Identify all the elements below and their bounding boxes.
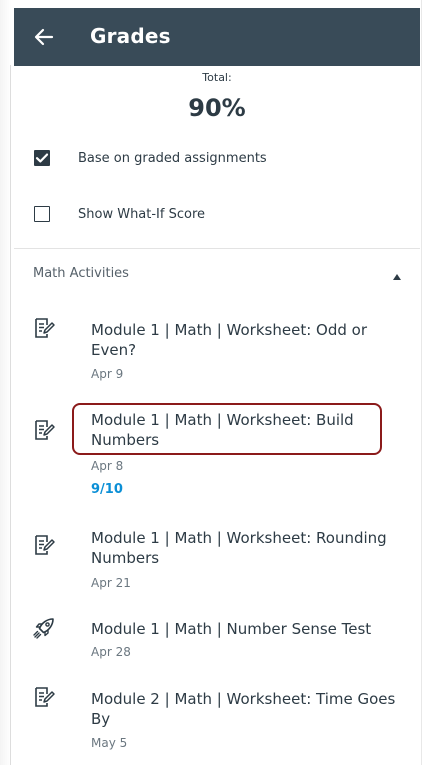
base-on-graded-label[interactable]: Base on graded assignments <box>78 151 267 166</box>
grades-screen: Grades Total: 90% Base on graded assignm… <box>0 0 434 765</box>
assignment-icon <box>35 318 55 338</box>
assignment-icon <box>35 687 55 707</box>
assignment-due-date: Apr 8 <box>91 459 124 473</box>
total-value: 90% <box>188 94 246 122</box>
base-on-graded-checkbox[interactable] <box>34 150 50 166</box>
page-title: Grades <box>90 24 171 48</box>
assignment-title[interactable]: Module 1 | Math | Worksheet: Odd or Even? <box>91 320 411 360</box>
assignment-title[interactable]: Module 2 | Math | Worksheet: Time Goes By <box>91 689 411 729</box>
collapse-section-button[interactable] <box>390 268 404 280</box>
assignment-due-date: Apr 21 <box>91 576 131 590</box>
show-what-if-label[interactable]: Show What-If Score <box>78 207 205 222</box>
section-math-activities[interactable]: Math Activities <box>33 266 129 281</box>
assignment-score: 9/10 <box>91 482 123 497</box>
quiz-rocket-icon <box>33 618 54 639</box>
section-divider <box>14 248 420 249</box>
assignment-title[interactable]: Module 1 | Math | Worksheet: Rounding Num… <box>91 528 411 568</box>
show-what-if-checkbox[interactable] <box>34 206 50 222</box>
arrow-left-icon <box>34 28 54 46</box>
app-header: Grades <box>14 8 420 66</box>
total-label: Total: <box>202 71 232 84</box>
left-border <box>10 65 11 765</box>
assignment-icon <box>35 420 55 440</box>
assignment-icon <box>35 535 55 555</box>
assignment-title[interactable]: Module 1 | Math | Number Sense Test <box>91 619 411 639</box>
triangle-up-icon <box>393 274 401 280</box>
assignment-due-date: May 5 <box>91 736 128 750</box>
assignment-due-date: Apr 28 <box>91 645 131 659</box>
highlight-box <box>72 403 382 455</box>
assignment-due-date: Apr 9 <box>91 367 124 381</box>
checkmark-icon <box>35 153 48 162</box>
back-button[interactable] <box>32 25 56 49</box>
